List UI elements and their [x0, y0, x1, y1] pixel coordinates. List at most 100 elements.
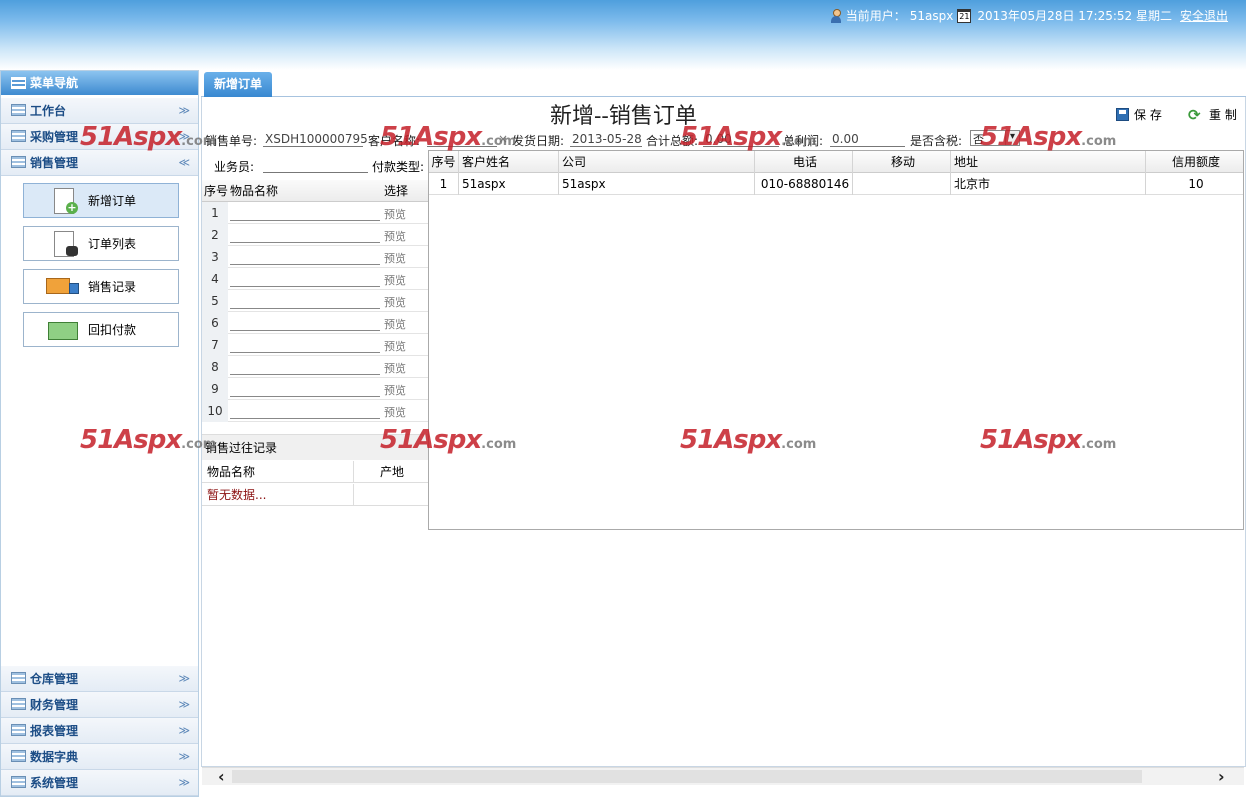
preview-button[interactable]: 预览 — [384, 382, 406, 398]
horizontal-scrollbar[interactable]: ‹ › — [202, 767, 1244, 786]
item-name-field[interactable] — [230, 403, 380, 419]
history-table-header: 物品名称 产地 — [202, 461, 428, 483]
group-label: 仓库管理 — [30, 672, 79, 686]
customer-field[interactable] — [427, 132, 497, 147]
item-name-field[interactable] — [230, 359, 380, 375]
new-order-button[interactable]: + 新增订单 — [23, 183, 179, 218]
reset-button[interactable]: ⟳ 重 制 — [1188, 106, 1237, 123]
item-name-field[interactable] — [230, 293, 380, 309]
preview-button[interactable]: 预览 — [384, 294, 406, 310]
sidebar-group-purchase[interactable]: 采购管理 ≫ — [1, 124, 198, 150]
order-list-button[interactable]: 订单列表 — [23, 226, 179, 261]
preview-button[interactable]: 预览 — [384, 272, 406, 288]
sidebar-group-sales[interactable]: 销售管理 ≪ — [1, 150, 198, 176]
sidebar: 菜单导航 工作台 ≫ 采购管理 ≫ 销售管理 ≪ + 新增订单 订单列表 销售记… — [0, 70, 199, 797]
group-label: 数据字典 — [30, 750, 79, 764]
cell-company: 51aspx — [559, 173, 755, 195]
item-name-field[interactable] — [230, 227, 380, 243]
preview-button[interactable]: 预览 — [384, 316, 406, 332]
order-form-line-2: 业务员: 付款类型: — [205, 158, 435, 174]
sidebar-group-system[interactable]: 系统管理 ≫ — [1, 770, 198, 796]
expand-chevron-icon[interactable]: ≫ — [178, 98, 190, 124]
tab-new-order[interactable]: 新增订单 — [204, 72, 272, 97]
item-name-field[interactable] — [230, 381, 380, 397]
cell-phone: 010-68880146 — [755, 173, 853, 195]
current-user-label: 当前用户： — [845, 9, 906, 23]
customer-label: 客户名称: — [368, 134, 421, 148]
expand-chevron-icon[interactable]: ≫ — [178, 770, 190, 796]
sidebar-group-workbench[interactable]: 工作台 ≫ — [1, 98, 198, 124]
item-name-field[interactable] — [230, 249, 380, 265]
profit-label: 总利润: — [783, 134, 824, 148]
button-label: 订单列表 — [88, 237, 137, 251]
history-col-origin: 产地 — [380, 465, 405, 479]
money-icon — [46, 317, 80, 343]
menu-icon — [11, 750, 26, 762]
col-customer-name: 客户姓名 — [459, 151, 559, 173]
menu-icon — [11, 776, 26, 788]
row-number: 8 — [202, 356, 228, 378]
customer-row[interactable]: 1 51aspx 51aspx 010-68880146 北京市 10 — [429, 173, 1243, 195]
sidebar-group-reports[interactable]: 报表管理 ≫ — [1, 718, 198, 744]
group-label: 销售管理 — [30, 156, 79, 170]
item-name-field[interactable] — [230, 337, 380, 353]
order-no-field[interactable]: XSDH100000795 — [263, 132, 368, 147]
row-number: 2 — [202, 224, 228, 246]
preview-button[interactable]: 预览 — [384, 338, 406, 354]
expand-chevron-icon[interactable]: ≫ — [178, 718, 190, 744]
col-phone: 电话 — [755, 151, 853, 173]
group-label: 工作台 — [30, 104, 67, 118]
expand-chevron-icon[interactable]: ≫ — [178, 692, 190, 718]
collapse-chevron-icon[interactable]: ≪ — [178, 150, 190, 176]
item-row: 3 预览 — [202, 246, 428, 268]
tax-label: 是否含税: — [910, 134, 963, 148]
sidebar-group-dictionary[interactable]: 数据字典 ≫ — [1, 744, 198, 770]
cell-address: 北京市 — [951, 173, 1146, 195]
logout-link[interactable]: 安全退出 — [1180, 7, 1228, 24]
expand-chevron-icon[interactable]: ≫ — [178, 666, 190, 692]
ship-date-field[interactable]: 2013-05-28 — [570, 132, 642, 147]
sales-record-button[interactable]: 销售记录 — [23, 269, 179, 304]
new-order-icon: + — [46, 187, 80, 214]
scroll-right-icon[interactable]: › — [1218, 767, 1225, 786]
ship-date-label: 发货日期: — [512, 134, 565, 148]
customer-table-header: 序号 客户姓名 公司 电话 移动 地址 信用额度 — [429, 151, 1243, 173]
expand-chevron-icon[interactable]: ≫ — [178, 744, 190, 770]
total-field[interactable]: 0.00 — [703, 132, 779, 147]
calendar-icon: 21 — [957, 8, 972, 23]
rebate-payment-button[interactable]: 回扣付款 — [23, 312, 179, 347]
tab-bar — [201, 70, 1246, 97]
item-name-field[interactable] — [230, 315, 380, 331]
row-number: 9 — [202, 378, 228, 400]
button-label: 新增订单 — [88, 194, 137, 208]
sidebar-group-finance[interactable]: 财务管理 ≫ — [1, 692, 198, 718]
item-row: 5 预览 — [202, 290, 428, 312]
salesman-field[interactable] — [263, 158, 368, 173]
preview-button[interactable]: 预览 — [384, 404, 406, 420]
row-number: 1 — [202, 202, 228, 224]
preview-button[interactable]: 预览 — [384, 228, 406, 244]
refresh-icon: ⟳ — [1188, 105, 1201, 124]
scroll-track[interactable] — [232, 770, 1142, 783]
expand-chevron-icon[interactable]: ≫ — [178, 124, 190, 150]
col-company: 公司 — [559, 151, 755, 173]
items-table-header: 序号 物品名称 选择 — [202, 180, 428, 202]
item-name-field[interactable] — [230, 205, 380, 221]
save-button[interactable]: 保 存 — [1116, 106, 1162, 123]
group-label: 系统管理 — [30, 776, 79, 790]
item-row: 7 预览 — [202, 334, 428, 356]
preview-button[interactable]: 预览 — [384, 360, 406, 376]
tax-select[interactable]: 否 — [970, 130, 1020, 146]
preview-button[interactable]: 预览 — [384, 206, 406, 222]
group-label: 采购管理 — [30, 130, 79, 144]
col-no: 序号 — [429, 151, 459, 173]
preview-button[interactable]: 预览 — [384, 250, 406, 266]
col-item-name: 物品名称 — [230, 184, 279, 198]
save-icon — [1116, 108, 1129, 121]
salesman-label: 业务员: — [214, 160, 255, 174]
profit-field[interactable]: 0.00 — [830, 132, 905, 147]
customer-clear-icon[interactable]: × — [498, 132, 508, 146]
sidebar-group-warehouse[interactable]: 仓库管理 ≫ — [1, 666, 198, 692]
scroll-left-icon[interactable]: ‹ — [218, 767, 225, 786]
item-name-field[interactable] — [230, 271, 380, 287]
